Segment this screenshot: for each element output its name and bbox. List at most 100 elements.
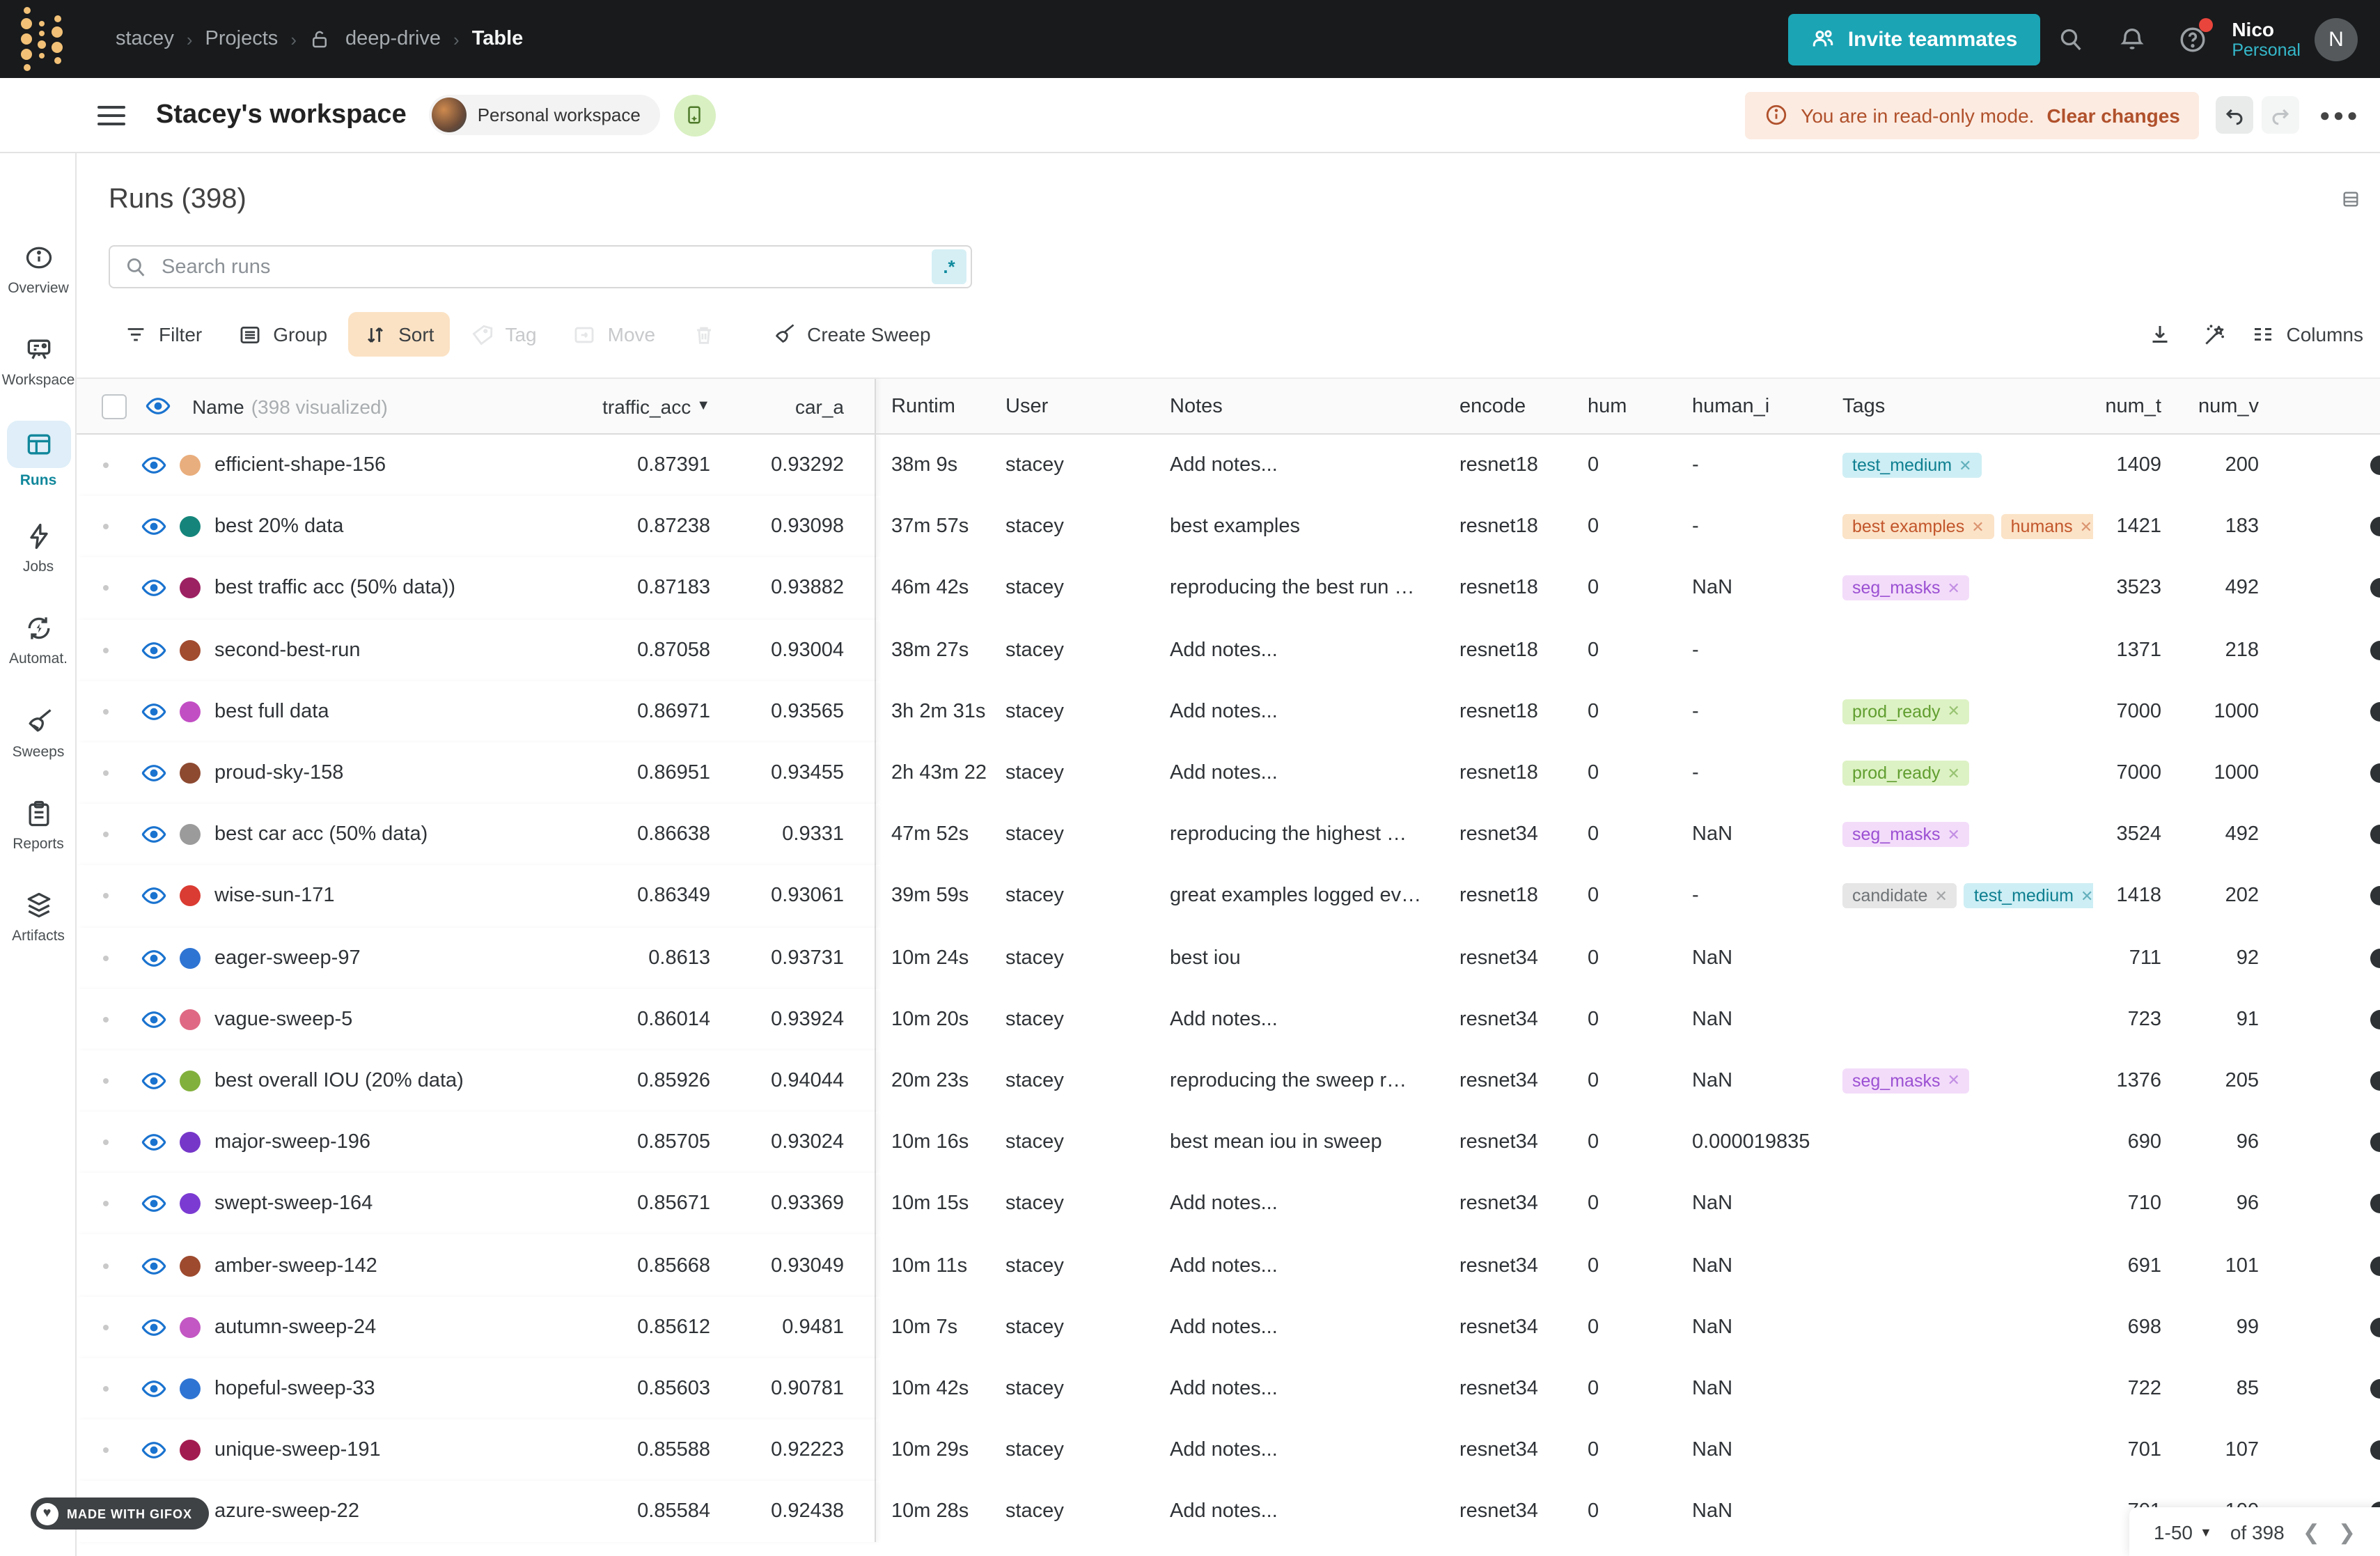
tag-remove-icon[interactable]: ✕ — [1971, 518, 1984, 536]
column-header-hum[interactable]: hum — [1588, 395, 1692, 417]
cell-notes[interactable]: great examples logged ev… — [1170, 885, 1459, 908]
run-tag[interactable]: prod_ready✕ — [1842, 761, 1970, 786]
table-row[interactable]: best traffic acc (50% data))0.871830.938… — [77, 558, 2380, 619]
table-row[interactable]: best 20% data0.872380.9309837m 57sstacey… — [77, 496, 2380, 557]
cell-notes[interactable]: Add notes... — [1170, 1193, 1459, 1215]
column-header-tags[interactable]: Tags — [1842, 395, 2093, 417]
breadcrumb-entity[interactable]: stacey — [116, 28, 174, 50]
run-name-link[interactable]: autumn-sweep-24 — [214, 1316, 376, 1338]
run-tag[interactable]: seg_masks✕ — [1842, 822, 1970, 847]
table-row[interactable]: best overall IOU (20% data)0.859260.9404… — [77, 1050, 2380, 1112]
sidebar-item-jobs[interactable]: Jobs — [0, 518, 77, 575]
table-row[interactable]: unique-sweep-1910.855880.9222310m 29ssta… — [77, 1419, 2380, 1481]
download-icon[interactable] — [2139, 313, 2181, 355]
magic-wand-icon[interactable] — [2195, 313, 2237, 355]
table-row[interactable]: azure-sweep-220.855840.9243810m 28sstace… — [77, 1481, 2380, 1542]
run-tag[interactable]: test_medium✕ — [1842, 453, 1982, 478]
delete-button[interactable] — [676, 312, 730, 357]
run-name-link[interactable]: best overall IOU (20% data) — [214, 1070, 464, 1092]
table-row[interactable]: best car acc (50% data)0.866380.933147m … — [77, 804, 2380, 865]
breadcrumb-projects[interactable]: Projects — [205, 28, 279, 50]
column-header-traffic-acc[interactable]: traffic_acc▼ — [602, 395, 710, 417]
visibility-eye-icon[interactable] — [141, 944, 167, 971]
run-tag[interactable]: prod_ready✕ — [1842, 699, 1970, 724]
sidebar-item-overview[interactable]: Overview — [0, 240, 77, 297]
table-row[interactable]: amber-sweep-1420.856680.9304910m 11sstac… — [77, 1235, 2380, 1296]
sort-button[interactable]: Sort — [348, 312, 449, 357]
run-name-link[interactable]: vague-sweep-5 — [214, 1009, 352, 1031]
tag-remove-icon[interactable]: ✕ — [1947, 1072, 1959, 1090]
run-name-link[interactable]: wise-sun-171 — [214, 885, 335, 908]
cell-notes[interactable]: Add notes... — [1170, 1009, 1459, 1031]
group-button[interactable]: Group — [223, 312, 343, 357]
run-name-link[interactable]: hopeful-sweep-33 — [214, 1378, 375, 1400]
cell-notes[interactable]: Add notes... — [1170, 701, 1459, 723]
run-name-link[interactable]: second-best-run — [214, 639, 361, 661]
regex-toggle-button[interactable]: .* — [932, 249, 966, 284]
cell-notes[interactable]: Add notes... — [1170, 1316, 1459, 1338]
breadcrumb-project[interactable]: deep-drive — [345, 28, 441, 50]
tag-remove-icon[interactable]: ✕ — [1948, 703, 1960, 721]
visibility-eye-icon[interactable] — [141, 1068, 167, 1094]
run-tag[interactable]: humans✕ — [2001, 515, 2093, 540]
workspace-badge[interactable]: Personal workspace — [429, 95, 660, 135]
cell-notes[interactable]: reproducing the sweep r… — [1170, 1070, 1459, 1092]
cell-notes[interactable]: Add notes... — [1170, 454, 1459, 476]
cell-notes[interactable]: reproducing the best run … — [1170, 577, 1459, 600]
redo-button[interactable] — [2262, 96, 2300, 134]
cell-notes[interactable]: best iou — [1170, 947, 1459, 969]
cell-notes[interactable]: Add notes... — [1170, 1254, 1459, 1277]
user-menu[interactable]: Nico Personal — [2232, 18, 2301, 61]
visibility-eye-icon[interactable] — [141, 452, 167, 479]
panel-toggle-icon[interactable] — [2341, 189, 2361, 216]
run-name-link[interactable]: major-sweep-196 — [214, 1131, 370, 1153]
visibility-eye-icon[interactable] — [141, 1314, 167, 1340]
cell-notes[interactable]: Add notes... — [1170, 639, 1459, 661]
select-all-checkbox[interactable] — [102, 394, 127, 419]
next-page-icon[interactable]: ❯ — [2338, 1519, 2356, 1544]
table-row[interactable]: hopeful-sweep-330.856030.9078110m 42ssta… — [77, 1358, 2380, 1419]
filter-button[interactable]: Filter — [109, 312, 217, 357]
tag-remove-icon[interactable]: ✕ — [2081, 887, 2093, 905]
cell-notes[interactable]: Add notes... — [1170, 1439, 1459, 1461]
run-name-link[interactable]: best traffic acc (50% data)) — [214, 577, 455, 600]
run-tag[interactable]: test_medium✕ — [1964, 884, 2093, 909]
run-name-link[interactable]: proud-sky-158 — [214, 762, 343, 784]
help-icon[interactable] — [2162, 11, 2223, 67]
tag-remove-icon[interactable]: ✕ — [2080, 518, 2092, 536]
clear-changes-link[interactable]: Clear changes — [2046, 104, 2179, 126]
visibility-eye-icon[interactable] — [141, 514, 167, 540]
tag-remove-icon[interactable]: ✕ — [1947, 579, 1959, 598]
tag-remove-icon[interactable]: ✕ — [1959, 456, 1971, 474]
cell-notes[interactable]: Add notes... — [1170, 1378, 1459, 1400]
visibility-eye-icon[interactable] — [141, 1006, 167, 1033]
column-header-num-t[interactable]: num_t — [2093, 395, 2170, 417]
search-runs-input[interactable] — [159, 254, 932, 279]
visibility-eye-icon[interactable] — [141, 1376, 167, 1402]
table-row[interactable]: second-best-run0.870580.9300438m 27sstac… — [77, 619, 2380, 680]
sidebar-item-runs[interactable]: Runs — [0, 421, 77, 489]
table-row[interactable]: eager-sweep-970.86130.9373110m 24sstacey… — [77, 927, 2380, 988]
visibility-eye-icon[interactable] — [141, 575, 167, 602]
run-tag[interactable]: seg_masks✕ — [1842, 576, 1970, 601]
run-name-link[interactable]: amber-sweep-142 — [214, 1254, 377, 1277]
run-name-link[interactable]: azure-sweep-22 — [214, 1501, 359, 1523]
move-button[interactable]: Move — [558, 312, 671, 357]
undo-button[interactable] — [2216, 96, 2254, 134]
table-row[interactable]: best full data0.869710.935653h 2m 31ssta… — [77, 681, 2380, 742]
visibility-eye-icon[interactable] — [145, 393, 171, 419]
cell-notes[interactable]: best mean iou in sweep — [1170, 1131, 1459, 1153]
run-name-link[interactable]: best car acc (50% data) — [214, 823, 428, 846]
menu-icon[interactable] — [97, 105, 125, 125]
visibility-eye-icon[interactable] — [141, 760, 167, 786]
visibility-eye-icon[interactable] — [141, 637, 167, 663]
sidebar-item-automations[interactable]: Automat. — [0, 610, 77, 667]
visibility-eye-icon[interactable] — [141, 821, 167, 848]
prev-page-icon[interactable]: ❮ — [2303, 1519, 2320, 1544]
run-name-link[interactable]: eager-sweep-97 — [214, 947, 361, 969]
run-name-link[interactable]: unique-sweep-191 — [214, 1439, 381, 1461]
user-avatar[interactable]: N — [2315, 17, 2358, 61]
visibility-eye-icon[interactable] — [141, 1129, 167, 1156]
run-name-link[interactable]: swept-sweep-164 — [214, 1193, 373, 1215]
table-row[interactable]: vague-sweep-50.860140.9392410m 20sstacey… — [77, 988, 2380, 1050]
